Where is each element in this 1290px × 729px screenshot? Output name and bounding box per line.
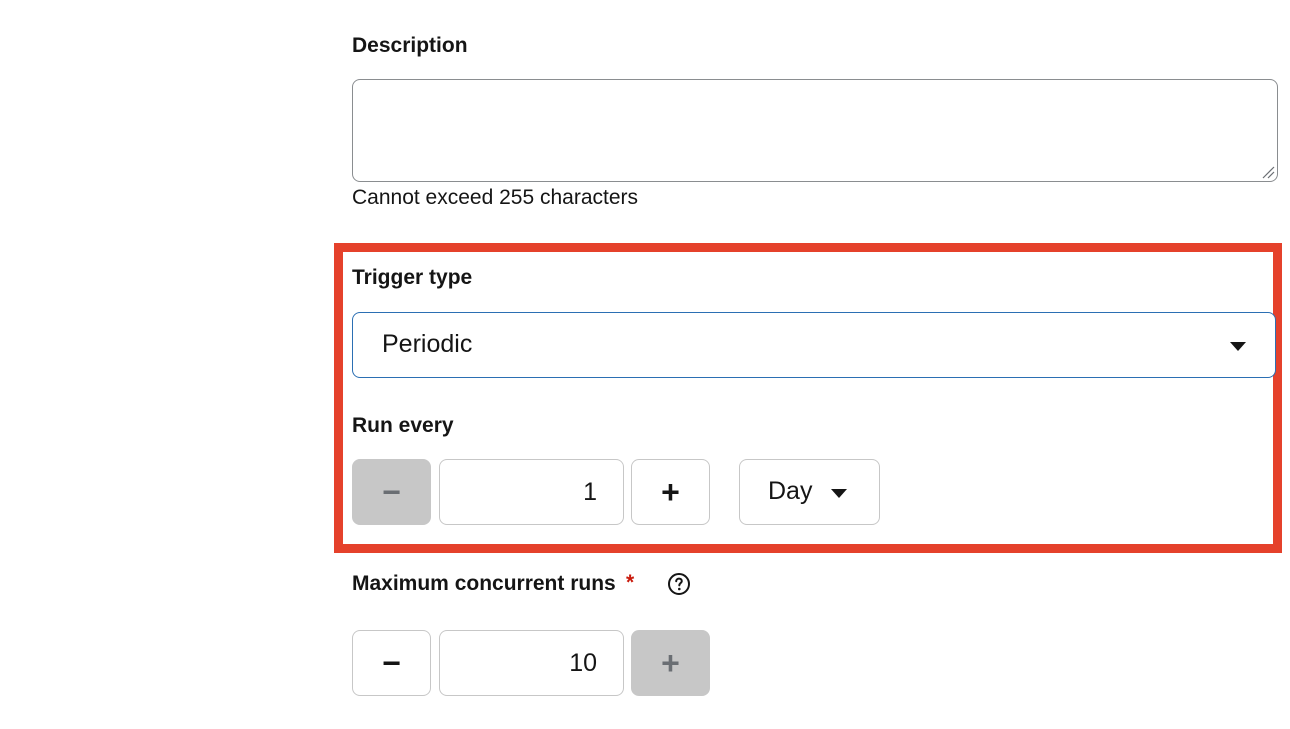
run-every-input[interactable]: 1 <box>439 459 624 525</box>
max-concurrent-increment-button[interactable]: + <box>631 630 710 696</box>
trigger-type-select[interactable]: Periodic <box>352 312 1276 378</box>
run-every-unit-value: Day <box>768 477 813 505</box>
run-every-label: Run every <box>352 414 454 437</box>
question-circle-icon[interactable] <box>667 572 691 596</box>
max-concurrent-decrement-button[interactable]: − <box>352 630 431 696</box>
description-textarea[interactable] <box>352 79 1278 182</box>
trigger-type-label: Trigger type <box>352 266 473 289</box>
run-every-decrement-button[interactable]: − <box>352 459 431 525</box>
run-every-unit-select[interactable]: Day <box>739 459 880 525</box>
resize-grip-icon[interactable] <box>1261 165 1275 179</box>
max-concurrent-input[interactable]: 10 <box>439 630 624 696</box>
required-marker: * <box>626 571 635 594</box>
caret-down-icon <box>1230 342 1246 351</box>
description-label: Description <box>352 34 468 57</box>
run-every-increment-button[interactable]: + <box>631 459 710 525</box>
max-concurrent-runs-label: Maximum concurrent runs <box>352 572 616 595</box>
trigger-type-value: Periodic <box>382 330 473 358</box>
caret-down-icon <box>831 489 847 498</box>
description-helper-text: Cannot exceed 255 characters <box>352 186 639 209</box>
